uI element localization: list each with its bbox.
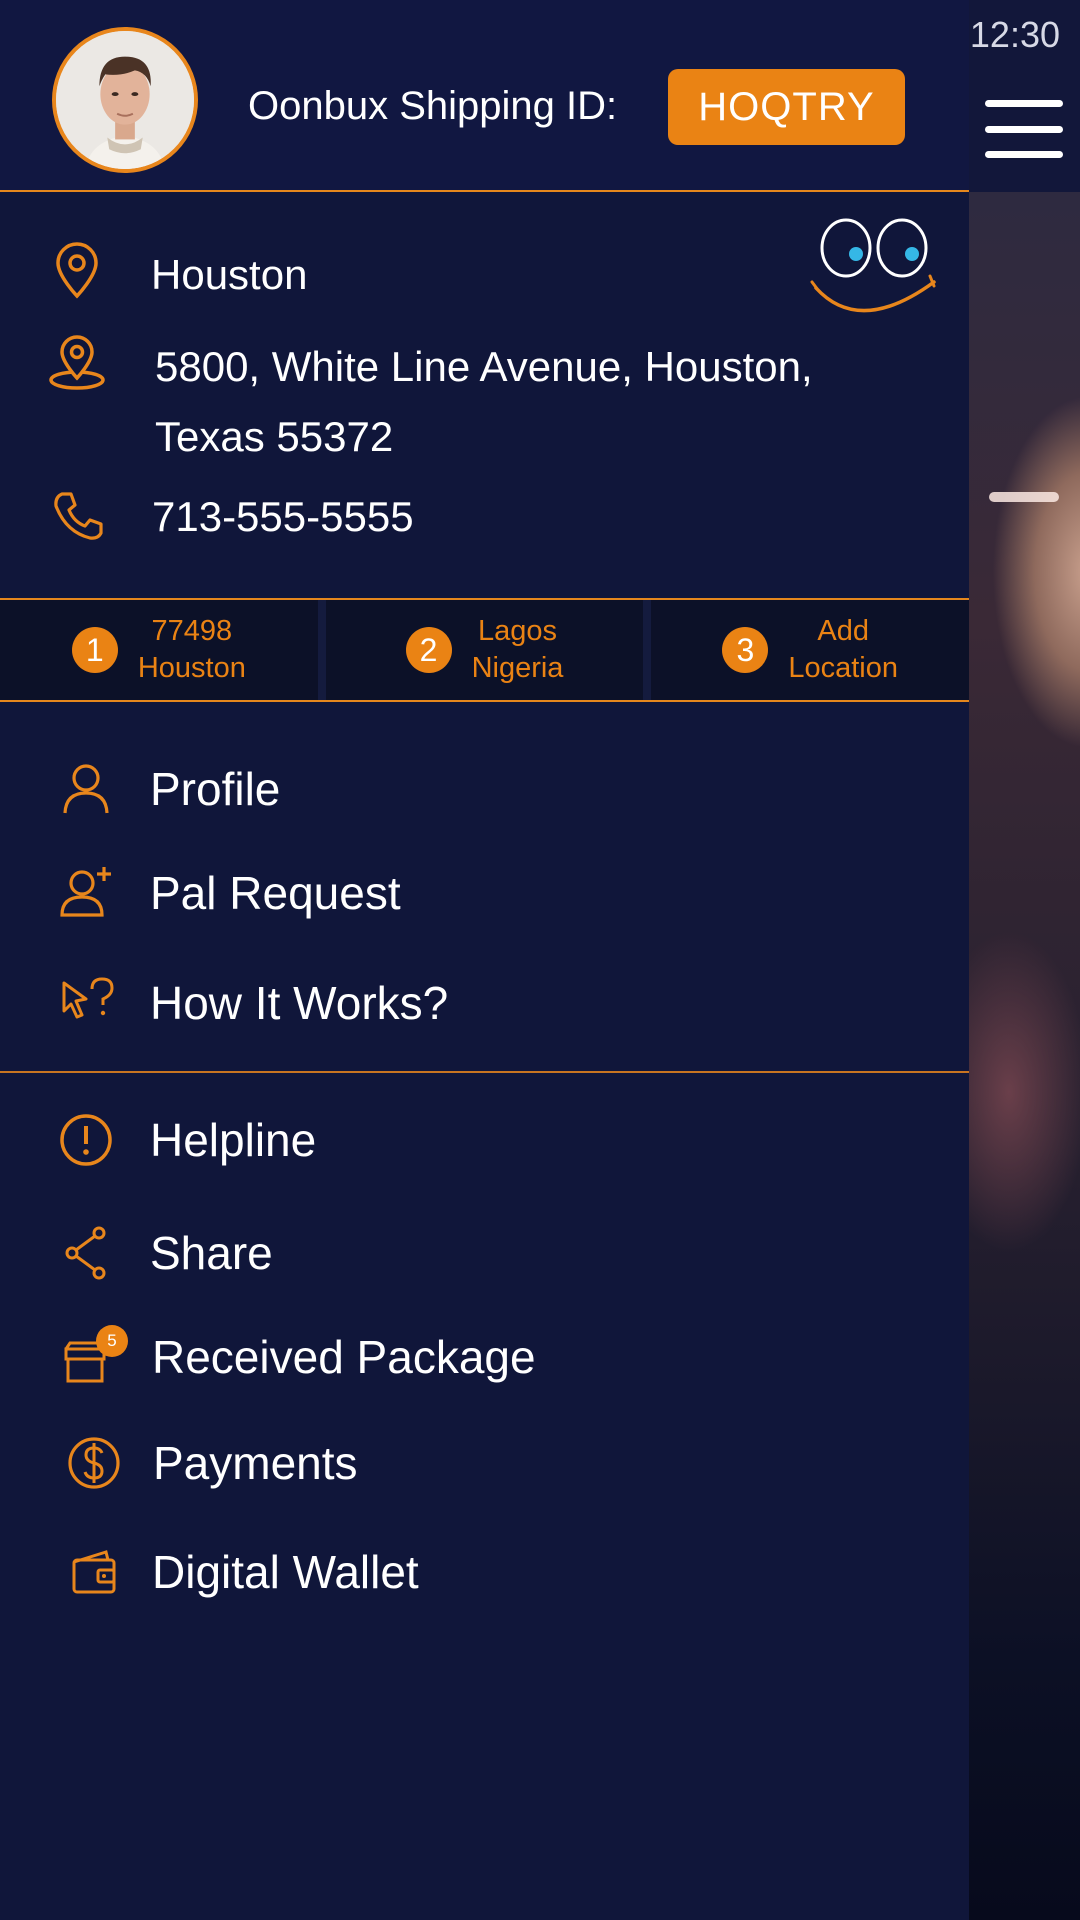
menu-item-helpline[interactable]: Helpline bbox=[0, 1095, 969, 1185]
notification-count-badge: 5 bbox=[96, 1325, 128, 1357]
saved-locations-bar: 1 77498 Houston 2 Lagos Nigeria 3 Add Lo… bbox=[0, 598, 969, 702]
location-line2: Location bbox=[788, 652, 898, 684]
address-line2: Texas 55372 bbox=[155, 413, 394, 460]
location-item-add[interactable]: 3 Add Location bbox=[651, 600, 969, 700]
location-line1: 77498 bbox=[151, 615, 233, 647]
avatar-image bbox=[56, 31, 194, 169]
menu-item-digital-wallet[interactable]: Digital Wallet bbox=[0, 1527, 969, 1617]
dollar-circle-icon bbox=[68, 1437, 120, 1489]
menu-item-payments[interactable]: Payments bbox=[0, 1418, 969, 1508]
location-number-badge: 2 bbox=[405, 627, 452, 673]
location-label: Lagos Nigeria bbox=[472, 613, 564, 687]
cursor-question-icon bbox=[62, 977, 114, 1019]
location-pin-icon bbox=[56, 242, 98, 299]
location-line1: Lagos bbox=[477, 615, 557, 647]
address-line1: 5800, White Line Avenue, Houston, bbox=[155, 343, 813, 390]
menu-label: Payments bbox=[153, 1437, 358, 1489]
shipping-id-badge[interactable]: HOQTRY bbox=[668, 69, 905, 145]
avatar[interactable] bbox=[52, 27, 198, 173]
alert-circle-icon bbox=[60, 1114, 112, 1166]
menu-divider bbox=[0, 1071, 969, 1073]
background-photo bbox=[969, 192, 1080, 1920]
background-app bbox=[969, 0, 1080, 1920]
menu-item-received-package[interactable]: Received Package bbox=[0, 1312, 969, 1402]
location-label: Add Location bbox=[788, 613, 898, 687]
location-line1: Add bbox=[817, 615, 869, 647]
navigation-drawer: Oonbux Shipping ID: HOQTRY Houston 5800,… bbox=[0, 0, 969, 1920]
app-screen: 12:30 Oonbux Shipping ID: HOQTRY Houston… bbox=[0, 0, 1080, 1920]
shipping-id-label: Oonbux Shipping ID: bbox=[248, 84, 618, 128]
hamburger-line bbox=[985, 125, 1063, 133]
hamburger-menu-icon[interactable] bbox=[985, 100, 1063, 158]
location-number-badge: 1 bbox=[71, 627, 118, 673]
phone-text[interactable]: 713-555-5555 bbox=[152, 482, 414, 552]
menu-item-pal-request[interactable]: Pal Request bbox=[0, 848, 969, 938]
location-item-1[interactable]: 1 77498 Houston bbox=[0, 600, 326, 700]
user-icon bbox=[63, 764, 109, 814]
hamburger-line bbox=[985, 151, 1063, 158]
menu-label: Digital Wallet bbox=[152, 1546, 419, 1598]
location-label: 77498 Houston bbox=[138, 613, 246, 687]
wallet-icon bbox=[72, 1550, 116, 1594]
location-line2: Nigeria bbox=[471, 652, 564, 684]
menu-item-share[interactable]: Share bbox=[0, 1208, 969, 1298]
add-user-icon bbox=[60, 867, 111, 917]
menu-label: Received Package bbox=[152, 1331, 536, 1383]
location-item-2[interactable]: 2 Lagos Nigeria bbox=[326, 600, 652, 700]
share-icon bbox=[65, 1226, 106, 1280]
status-bar-time: 12:30 bbox=[969, 14, 1060, 55]
hamburger-line bbox=[985, 100, 1063, 107]
menu-label: Pal Request bbox=[150, 867, 401, 919]
menu-item-profile[interactable]: Profile bbox=[0, 744, 969, 834]
location-line2: Houston bbox=[137, 652, 246, 684]
location-number-badge: 3 bbox=[722, 627, 769, 673]
smiley-mascot-icon bbox=[810, 218, 936, 313]
menu-item-how-it-works[interactable]: How It Works? bbox=[0, 958, 969, 1048]
city-text: Houston bbox=[151, 251, 308, 298]
map-pin-icon bbox=[49, 335, 105, 390]
drawer-header: Oonbux Shipping ID: HOQTRY bbox=[0, 0, 969, 192]
phone-icon bbox=[54, 492, 103, 540]
menu-label: How It Works? bbox=[150, 977, 449, 1029]
menu-label: Helpline bbox=[150, 1114, 317, 1166]
menu-label: Profile bbox=[150, 763, 281, 815]
menu-label: Share bbox=[150, 1227, 273, 1279]
